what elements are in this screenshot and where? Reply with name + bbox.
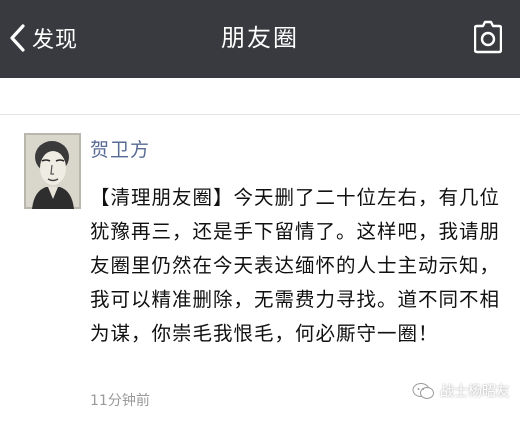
watermark: 战士杨昭友 bbox=[412, 381, 510, 401]
moment-post: 贺卫方 【清理朋友圈】今天删了二十位左右，有几位犹豫再三，还是手下留情了。这样吧… bbox=[0, 115, 520, 421]
camera-button[interactable] bbox=[473, 20, 503, 58]
author-name[interactable]: 贺卫方 bbox=[90, 135, 150, 162]
page-title: 朋友圈 bbox=[221, 24, 299, 52]
post-timestamp: 11分钟前 bbox=[90, 393, 150, 409]
navigation-bar: 发现 朋友圈 bbox=[0, 0, 520, 78]
wechat-account-icon bbox=[412, 382, 440, 400]
feed-header-space bbox=[0, 78, 520, 114]
post-text: 【清理朋友圈】今天删了二十位左右，有几位犹豫再三，还是手下留情了。这样吧，我请朋… bbox=[90, 186, 501, 345]
avatar[interactable] bbox=[24, 133, 81, 209]
camera-icon bbox=[473, 20, 503, 58]
watermark-text: 战士杨昭友 bbox=[440, 384, 510, 400]
